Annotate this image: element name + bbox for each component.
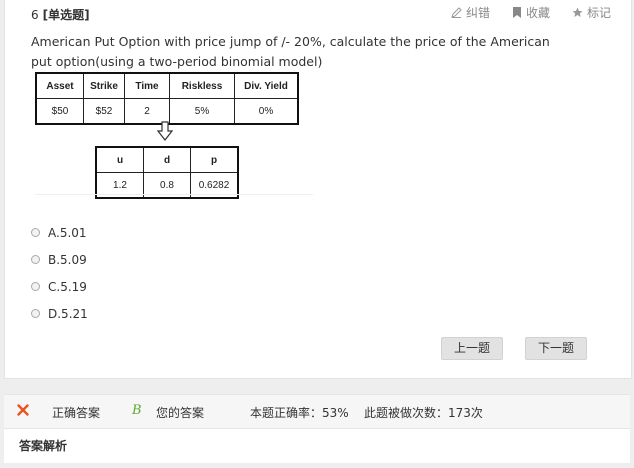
analysis-title: 答案解析 (19, 439, 68, 453)
correct-error-button[interactable]: 纠错 (451, 4, 490, 21)
radio-button[interactable] (31, 282, 40, 291)
favorite-button[interactable]: 收藏 (512, 4, 550, 21)
mark-button[interactable]: 标记 (572, 4, 611, 21)
question-text: American Put Option with price jump of /… (31, 34, 550, 69)
table-header-cell: Strike (83, 72, 125, 99)
user-answer-value: B (132, 403, 142, 418)
table-cell: 5% (169, 98, 235, 125)
radio-button[interactable] (31, 228, 40, 237)
bookmark-icon (512, 7, 521, 18)
option-c[interactable]: C.5.19 (31, 273, 88, 300)
question-number: 6 [单选题] (31, 6, 90, 23)
favorite-label: 收藏 (525, 6, 550, 20)
question-card: 6 [单选题] 纠错 收藏 标记 American Put Option with… (4, 0, 632, 379)
table-header-cell: d (143, 146, 191, 173)
attempt-count: 此题被做次数：173次 (364, 406, 483, 420)
table-header-cell: Div. Yield (234, 72, 299, 99)
radio-button[interactable] (31, 309, 40, 318)
parameters-header-row: Asset Strike Time Riskless Div. Yield (35, 72, 299, 99)
option-b[interactable]: B.5.09 (31, 246, 88, 273)
correct-answer-label: 正确答案 (52, 406, 101, 420)
table-header-cell: u (95, 146, 144, 173)
parameters-table: Asset Strike Time Riskless Div. Yield $5… (35, 72, 299, 125)
table-cell: $50 (35, 98, 84, 125)
pencil-icon (451, 7, 462, 18)
accuracy-rate: 本题正确率：53% (250, 406, 349, 420)
question-type: [单选题] (42, 8, 90, 22)
binomial-table: u d p 1.2 0.8 0.6282 (95, 146, 239, 199)
option-label: A.5.01 (48, 225, 87, 240)
question-tools: 纠错 收藏 标记 (451, 4, 611, 21)
binomial-header-row: u d p (95, 146, 239, 173)
table-cell: $52 (83, 98, 125, 125)
option-label: B.5.09 (48, 252, 87, 267)
answer-analysis-section: 答案解析 (4, 428, 630, 463)
table-header-cell: Riskless (169, 72, 235, 99)
wrong-cross-icon (17, 404, 29, 416)
radio-button[interactable] (31, 255, 40, 264)
table-cell: 0% (234, 98, 299, 125)
divider (35, 194, 313, 195)
option-d[interactable]: D.5.21 (31, 300, 88, 327)
prev-question-button[interactable]: 上一题 (441, 337, 503, 360)
table-header-cell: Asset (35, 72, 84, 99)
option-label: C.5.19 (48, 279, 87, 294)
options-list: A.5.01 B.5.09 C.5.19 D.5.21 (31, 219, 88, 327)
mark-label: 标记 (586, 6, 611, 20)
question-number-value: 6 (31, 8, 39, 22)
star-icon (572, 7, 583, 17)
answer-bar: 正确答案 B 您的答案 本题正确率：53% 此题被做次数：173次 (4, 394, 630, 429)
option-label: D.5.21 (48, 306, 88, 321)
table-header-cell: Time (124, 72, 170, 99)
table-header-cell: p (190, 146, 239, 173)
option-a[interactable]: A.5.01 (31, 219, 88, 246)
correct-error-label: 纠错 (465, 6, 490, 20)
user-answer-label: 您的答案 (156, 406, 205, 420)
next-question-button[interactable]: 下一题 (525, 337, 587, 360)
down-arrow-icon (157, 121, 173, 141)
